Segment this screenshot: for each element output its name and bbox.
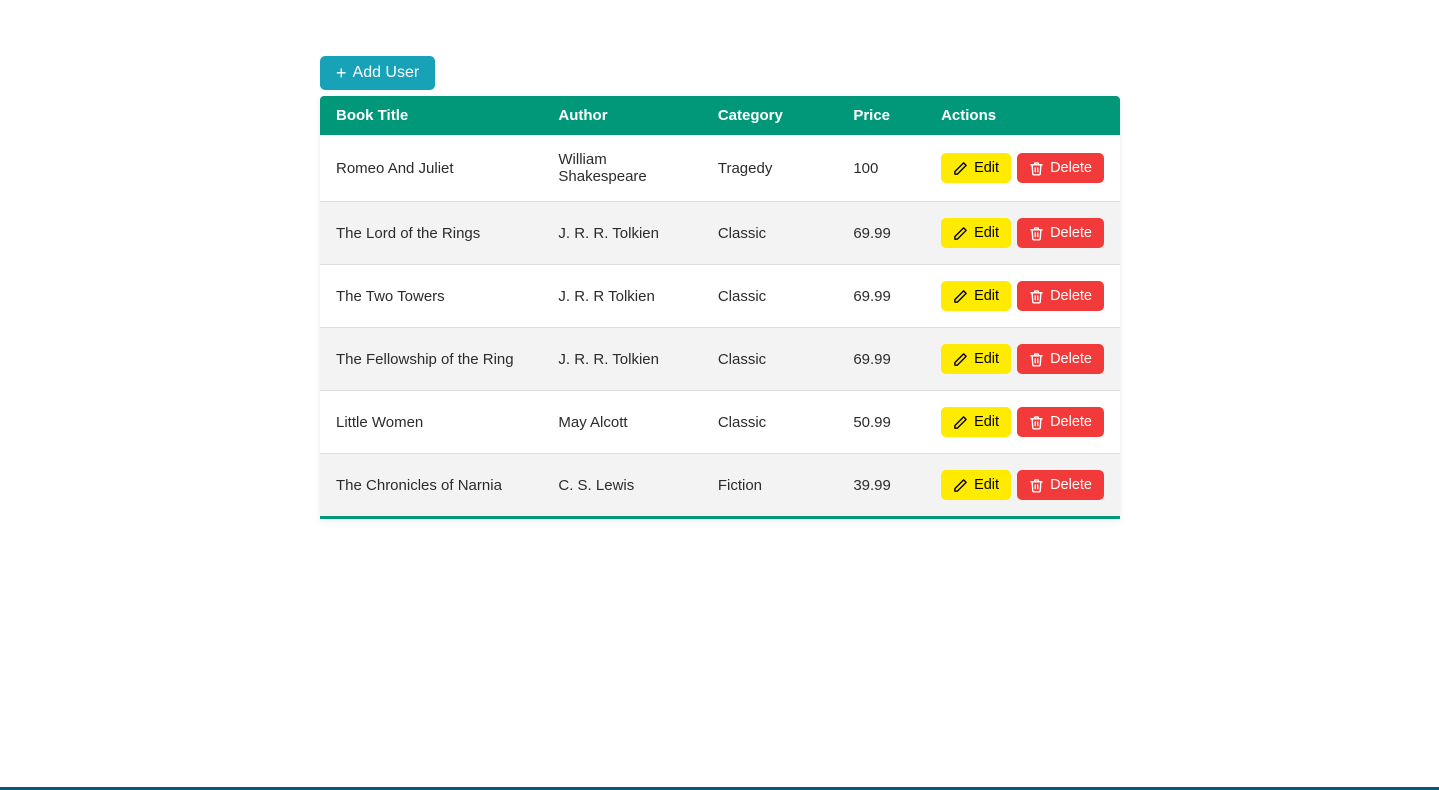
pencil-icon — [953, 352, 968, 367]
trash-icon — [1029, 352, 1044, 367]
cell-author: May Alcott — [542, 391, 701, 454]
cell-actions: Edit Delete — [925, 135, 1120, 202]
trash-icon — [1029, 415, 1044, 430]
edit-label: Edit — [974, 225, 999, 241]
trash-icon — [1029, 161, 1044, 176]
delete-button[interactable]: Delete — [1017, 344, 1104, 374]
cell-author: J. R. R. Tolkien — [542, 328, 701, 391]
cell-actions: Edit Delete — [925, 328, 1120, 391]
edit-button[interactable]: Edit — [941, 281, 1011, 311]
header-price: Price — [837, 96, 925, 135]
delete-button[interactable]: Delete — [1017, 281, 1104, 311]
cell-author: J. R. R. Tolkien — [542, 202, 701, 265]
edit-label: Edit — [974, 414, 999, 430]
pencil-icon — [953, 415, 968, 430]
cell-price: 69.99 — [837, 202, 925, 265]
cell-title: The Lord of the Rings — [320, 202, 542, 265]
cell-title: Romeo And Juliet — [320, 135, 542, 202]
cell-actions: Edit Delete — [925, 265, 1120, 328]
cell-actions: Edit Delete — [925, 391, 1120, 454]
cell-category: Classic — [702, 391, 837, 454]
delete-button[interactable]: Delete — [1017, 470, 1104, 500]
trash-icon — [1029, 289, 1044, 304]
header-author: Author — [542, 96, 701, 135]
cell-title: Little Women — [320, 391, 542, 454]
cell-price: 50.99 — [837, 391, 925, 454]
header-actions: Actions — [925, 96, 1120, 135]
cell-actions: Edit Delete — [925, 202, 1120, 265]
edit-label: Edit — [974, 477, 999, 493]
cell-title: The Fellowship of the Ring — [320, 328, 542, 391]
cell-category: Classic — [702, 265, 837, 328]
pencil-icon — [953, 226, 968, 241]
edit-label: Edit — [974, 351, 999, 367]
pencil-icon — [953, 161, 968, 176]
delete-button[interactable]: Delete — [1017, 153, 1104, 183]
edit-label: Edit — [974, 288, 999, 304]
cell-price: 69.99 — [837, 265, 925, 328]
edit-button[interactable]: Edit — [941, 470, 1011, 500]
cell-title: The Chronicles of Narnia — [320, 454, 542, 518]
plus-icon: + — [336, 64, 347, 82]
edit-button[interactable]: Edit — [941, 407, 1011, 437]
cell-author: William Shakespeare — [542, 135, 701, 202]
edit-button[interactable]: Edit — [941, 153, 1011, 183]
cell-price: 39.99 — [837, 454, 925, 518]
table-row: The Fellowship of the RingJ. R. R. Tolki… — [320, 328, 1120, 391]
cell-actions: Edit Delete — [925, 454, 1120, 518]
delete-label: Delete — [1050, 160, 1092, 176]
add-user-label: Add User — [353, 64, 420, 82]
cell-category: Classic — [702, 202, 837, 265]
cell-category: Fiction — [702, 454, 837, 518]
trash-icon — [1029, 478, 1044, 493]
pencil-icon — [953, 289, 968, 304]
header-title: Book Title — [320, 96, 542, 135]
edit-button[interactable]: Edit — [941, 344, 1011, 374]
edit-label: Edit — [974, 160, 999, 176]
delete-label: Delete — [1050, 351, 1092, 367]
table-row: The Two TowersJ. R. R TolkienClassic69.9… — [320, 265, 1120, 328]
cell-category: Classic — [702, 328, 837, 391]
table-row: The Lord of the RingsJ. R. R. TolkienCla… — [320, 202, 1120, 265]
pencil-icon — [953, 478, 968, 493]
edit-button[interactable]: Edit — [941, 218, 1011, 248]
delete-label: Delete — [1050, 288, 1092, 304]
trash-icon — [1029, 226, 1044, 241]
table-row: The Chronicles of NarniaC. S. LewisFicti… — [320, 454, 1120, 518]
delete-button[interactable]: Delete — [1017, 218, 1104, 248]
cell-price: 69.99 — [837, 328, 925, 391]
cell-title: The Two Towers — [320, 265, 542, 328]
table-header-row: Book Title Author Category Price Actions — [320, 96, 1120, 135]
cell-author: C. S. Lewis — [542, 454, 701, 518]
delete-label: Delete — [1050, 477, 1092, 493]
cell-author: J. R. R Tolkien — [542, 265, 701, 328]
cell-category: Tragedy — [702, 135, 837, 202]
delete-button[interactable]: Delete — [1017, 407, 1104, 437]
table-row: Little WomenMay AlcottClassic50.99 Edit De… — [320, 391, 1120, 454]
header-category: Category — [702, 96, 837, 135]
books-table: Book Title Author Category Price Actions… — [320, 96, 1120, 519]
add-user-button[interactable]: + Add User — [320, 56, 435, 90]
delete-label: Delete — [1050, 225, 1092, 241]
table-row: Romeo And JulietWilliam ShakespeareTrage… — [320, 135, 1120, 202]
delete-label: Delete — [1050, 414, 1092, 430]
cell-price: 100 — [837, 135, 925, 202]
